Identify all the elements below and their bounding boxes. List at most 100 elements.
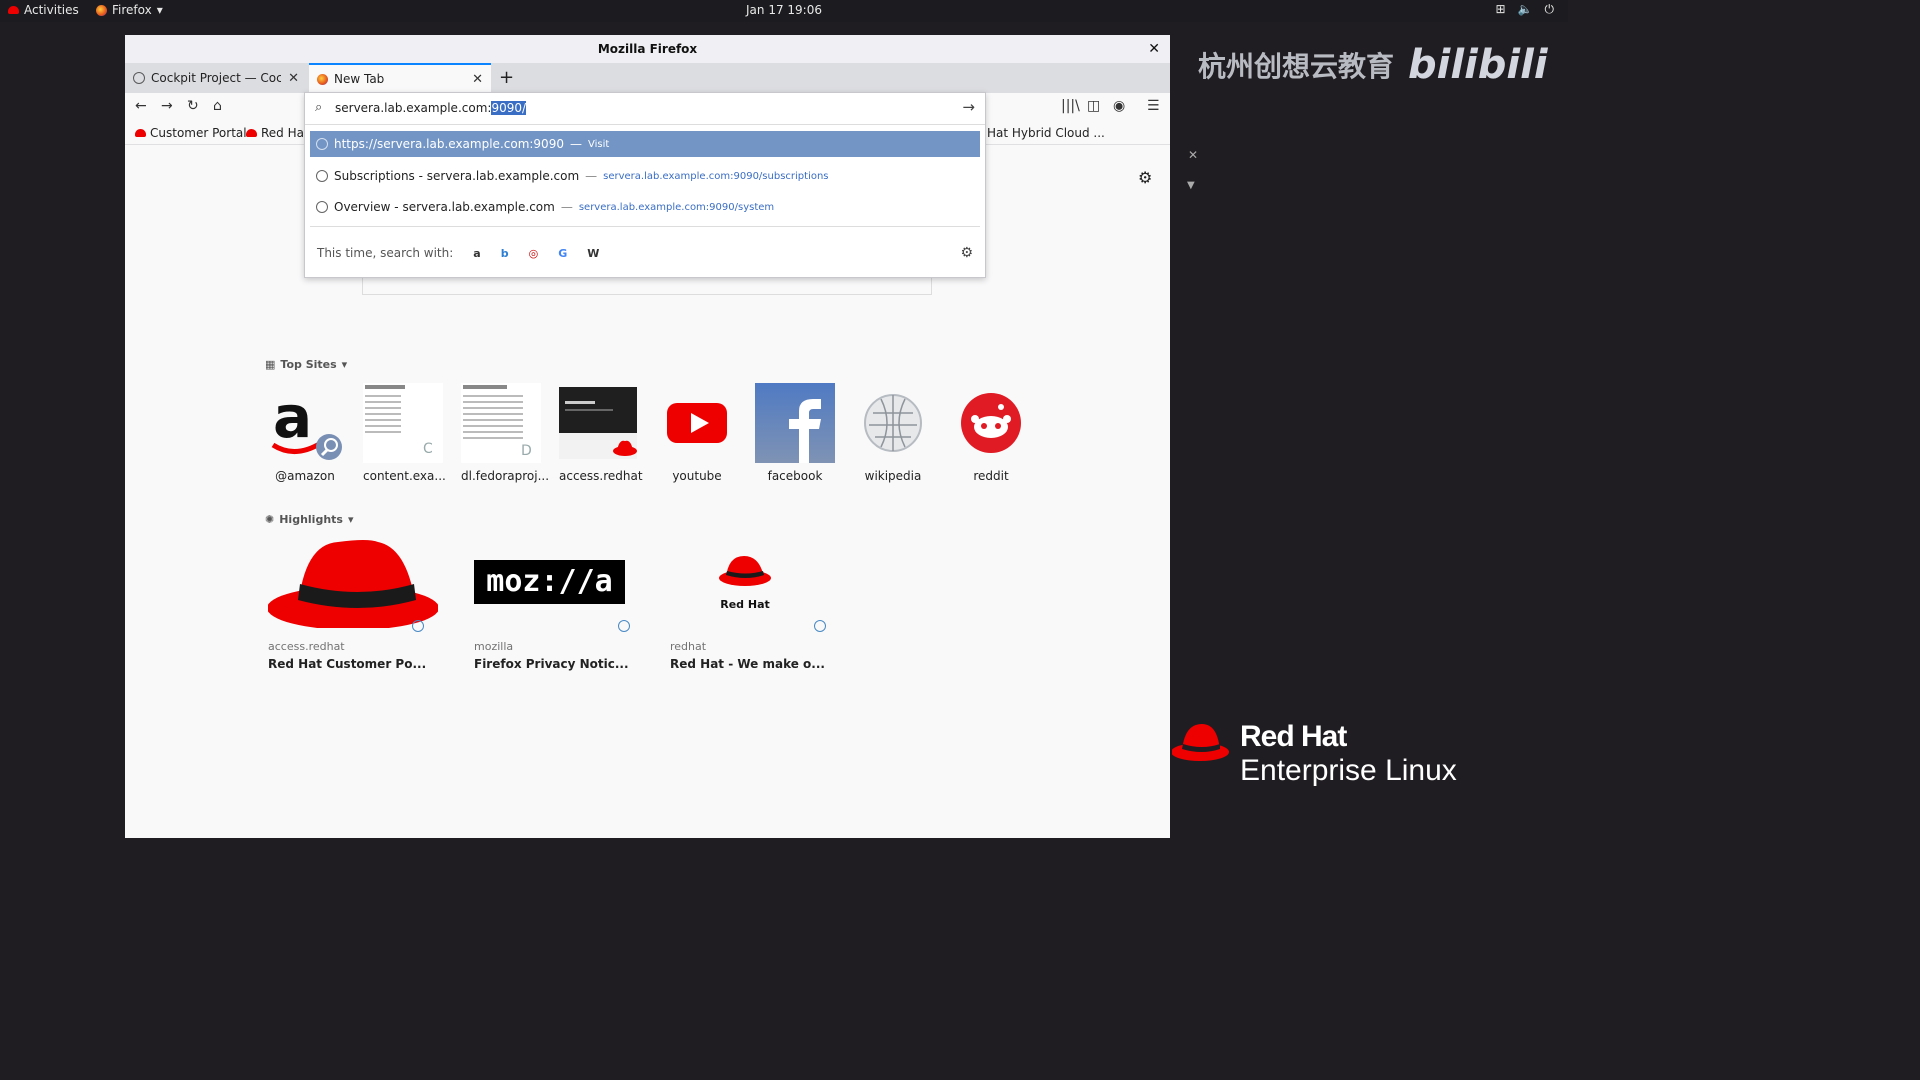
- top-site-youtube[interactable]: youtube: [657, 383, 737, 483]
- library-icon[interactable]: |||\: [1061, 98, 1080, 114]
- highlight-card-mozilla[interactable]: moz://a mozilla Firefox Privacy Notic...: [474, 538, 644, 671]
- highlight-domain: access.redhat: [268, 640, 345, 653]
- top-site-label: dl.fedoraproj...: [461, 469, 550, 483]
- search-with-label: This time, search with:: [317, 246, 454, 260]
- top-site-fedora[interactable]: D dl.fedoraproj...: [461, 383, 549, 483]
- account-icon[interactable]: ◉: [1113, 98, 1125, 114]
- redhat-wordmark: Red Hat: [720, 598, 770, 611]
- svg-text:C: C: [423, 441, 433, 457]
- new-tab-plus-icon[interactable]: +: [499, 67, 514, 88]
- highlight-domain: mozilla: [474, 640, 514, 653]
- google-search-icon[interactable]: G: [558, 247, 567, 260]
- chevron-down-icon[interactable]: ▼: [1187, 180, 1195, 191]
- suggestion-main: Subscriptions - servera.lab.example.com: [334, 169, 580, 183]
- close-icon[interactable]: ✕: [1148, 35, 1160, 63]
- top-site-reddit[interactable]: reddit: [951, 383, 1031, 483]
- close-icon[interactable]: ✕: [288, 71, 299, 86]
- amazon-search-icon[interactable]: a: [473, 247, 480, 260]
- highlight-title: Red Hat Customer Po...: [268, 657, 427, 671]
- go-arrow-icon[interactable]: →: [962, 98, 975, 116]
- highlight-card-access-redhat[interactable]: access.redhat Red Hat Customer Po...: [267, 538, 439, 671]
- highlight-card-redhat[interactable]: Red Hat redhat Red Hat - We make o...: [670, 538, 840, 671]
- urlbar-dropdown: ⌕ servera.lab.example.com:9090/ → https:…: [304, 92, 986, 278]
- clock-icon: [618, 620, 630, 632]
- one-off-search-bar: This time, search with: a b ◎ G W: [317, 246, 599, 260]
- highlight-title: Firefox Privacy Notic...: [474, 657, 629, 671]
- power-icon: ⏻: [1544, 2, 1555, 16]
- top-site-facebook[interactable]: facebook: [755, 383, 835, 483]
- top-site-label: access.redhat: [559, 469, 643, 483]
- gnome-top-bar: Activities Firefox ▾ Jan 17 19:06 ⊞ 🔈 ⏻: [0, 0, 1568, 22]
- suggestion-sub: servera.lab.example.com:9090/system: [578, 201, 775, 213]
- top-site-label: @amazon: [275, 469, 335, 483]
- top-site-label: content.exa...: [363, 469, 446, 483]
- top-site-amazon[interactable]: a @amazon: [265, 383, 345, 483]
- mozilla-logo: moz://a: [474, 560, 625, 604]
- wikipedia-logo: [853, 383, 933, 463]
- suggestion-row[interactable]: https://servera.lab.example.com:9090 — V…: [310, 131, 980, 157]
- svg-text:D: D: [521, 443, 532, 459]
- divider: [310, 226, 980, 227]
- globe-icon: [316, 138, 328, 150]
- wikipedia-search-icon[interactable]: W: [587, 247, 599, 260]
- reddit-logo: [951, 383, 1031, 463]
- system-tray[interactable]: ⊞ 🔈 ⏻: [1495, 2, 1554, 17]
- tab-cockpit[interactable]: Cockpit Project — Cockpit ✕: [125, 63, 307, 93]
- url-text[interactable]: servera.lab.example.com:9090/: [335, 101, 527, 115]
- network-icon: ⊞: [1495, 2, 1506, 16]
- top-sites-heading[interactable]: ▦ Top Sites ▾: [265, 358, 347, 371]
- bookmark-customer-portal[interactable]: Customer Portal: [135, 126, 247, 140]
- redhat-logo-image: Red Hat: [670, 538, 840, 632]
- globe-icon: [316, 170, 328, 182]
- home-icon[interactable]: ⌂: [213, 98, 222, 114]
- gear-icon[interactable]: ⚙: [1138, 168, 1152, 187]
- top-site-content[interactable]: C content.exa...: [363, 383, 446, 483]
- top-site-label: youtube: [672, 469, 722, 483]
- window-title: Mozilla Firefox: [597, 42, 698, 56]
- highlights-heading[interactable]: ✺ Highlights ▾: [265, 513, 353, 526]
- top-site-label: reddit: [973, 469, 1009, 483]
- bookmark-red-hat[interactable]: Red Hat: [246, 126, 309, 140]
- rhel-logo: Red Hat Enterprise Linux: [1171, 720, 1457, 788]
- content-thumbnail: C: [363, 383, 443, 463]
- url-input[interactable]: ⌕ servera.lab.example.com:9090/ →: [305, 93, 985, 125]
- close-icon[interactable]: ✕: [472, 72, 483, 87]
- top-site-access-redhat[interactable]: access.redhat: [559, 383, 643, 483]
- bookmark-label: Customer Portal: [150, 126, 247, 140]
- suggestion-sub: Visit: [587, 138, 610, 150]
- clock-icon: [412, 620, 424, 632]
- clock[interactable]: Jan 17 19:06: [0, 3, 1568, 17]
- bookmark-label: Hat Hybrid Cloud ...: [987, 126, 1105, 140]
- reload-icon[interactable]: ↻: [187, 98, 199, 114]
- gear-icon[interactable]: ⚙: [960, 245, 973, 261]
- chevron-down-icon: ▾: [347, 513, 354, 526]
- close-icon[interactable]: ✕: [1188, 148, 1198, 162]
- suggestion-separator: —: [569, 137, 582, 151]
- rhel-line2: Enterprise Linux: [1240, 754, 1457, 787]
- cockpit-icon: [133, 72, 145, 84]
- mozilla-logo-image: moz://a: [474, 538, 644, 632]
- search-box-remnant: [362, 276, 932, 295]
- volume-icon: 🔈: [1517, 2, 1533, 16]
- suggestion-row[interactable]: Subscriptions - servera.lab.example.com …: [310, 163, 980, 189]
- grid-icon: ▦: [265, 358, 276, 371]
- back-arrow-icon[interactable]: ←: [135, 98, 147, 114]
- sidebar-icon[interactable]: ◫: [1087, 98, 1100, 114]
- tab-strip: Cockpit Project — Cockpit ✕ New Tab ✕ +: [125, 63, 1170, 93]
- duckduckgo-search-icon[interactable]: ◎: [529, 247, 539, 260]
- highlights-label: Highlights: [279, 513, 343, 526]
- suggestion-separator: —: [560, 200, 573, 214]
- tab-new-tab[interactable]: New Tab ✕: [309, 63, 491, 93]
- forward-arrow-icon[interactable]: →: [161, 98, 173, 114]
- highlight-domain: redhat: [670, 640, 707, 653]
- bookmark-hybrid-cloud[interactable]: Hat Hybrid Cloud ...: [987, 126, 1105, 140]
- suggestion-row[interactable]: Overview - servera.lab.example.com — ser…: [310, 194, 980, 220]
- hamburger-menu-icon[interactable]: ☰: [1147, 98, 1160, 114]
- tab-label: Cockpit Project — Cockpit: [151, 71, 281, 85]
- suggestion-sub: servera.lab.example.com:9090/subscriptio…: [603, 170, 829, 182]
- chevron-down-icon: ▾: [341, 358, 348, 371]
- clock-icon: [814, 620, 826, 632]
- bing-search-icon[interactable]: b: [501, 247, 509, 260]
- svg-text:a: a: [273, 383, 312, 451]
- top-site-wikipedia[interactable]: wikipedia: [853, 383, 933, 483]
